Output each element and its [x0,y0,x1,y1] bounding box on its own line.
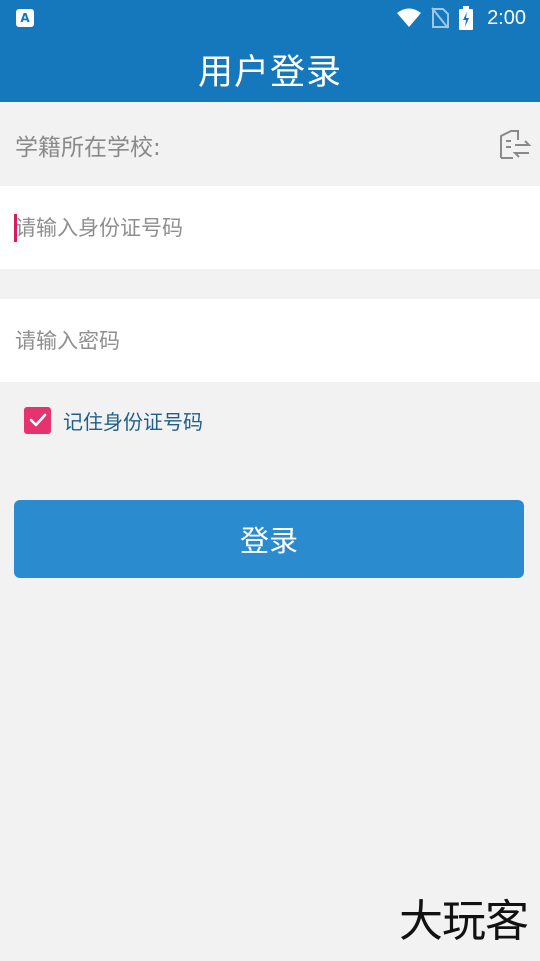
text-cursor [14,214,17,242]
checkmark-icon [29,413,46,427]
page-title: 用户登录 [197,52,342,93]
login-button[interactable]: 登录 [14,500,524,578]
login-screen: A 2:00 用户登录 学籍所在学校: 请输入身份证号码 记住身份证号码 登录 … [0,0,540,961]
id-number-field [0,186,540,269]
password-input[interactable] [15,299,525,382]
id-number-input[interactable] [15,186,525,269]
remember-checkbox[interactable] [24,406,51,434]
switch-school-icon[interactable] [498,128,532,162]
watermark-logo: 大玩客 [399,896,529,947]
school-label: 学籍所在学校: [15,135,161,161]
password-field [0,299,540,382]
remember-id-checkbox-row[interactable]: 记住身份证号码 [24,405,203,435]
no-sim-icon [431,7,450,29]
remember-label: 记住身份证号码 [63,409,203,434]
status-icons: 2:00 [397,0,526,36]
battery-charging-icon [459,6,474,30]
wifi-icon [397,8,422,27]
status-bar: A 2:00 [0,0,540,36]
school-row: 学籍所在学校: [0,102,540,186]
title-bar: 用户登录 [0,36,540,102]
app-notification-icon: A [16,9,34,27]
status-time: 2:00 [487,6,526,29]
